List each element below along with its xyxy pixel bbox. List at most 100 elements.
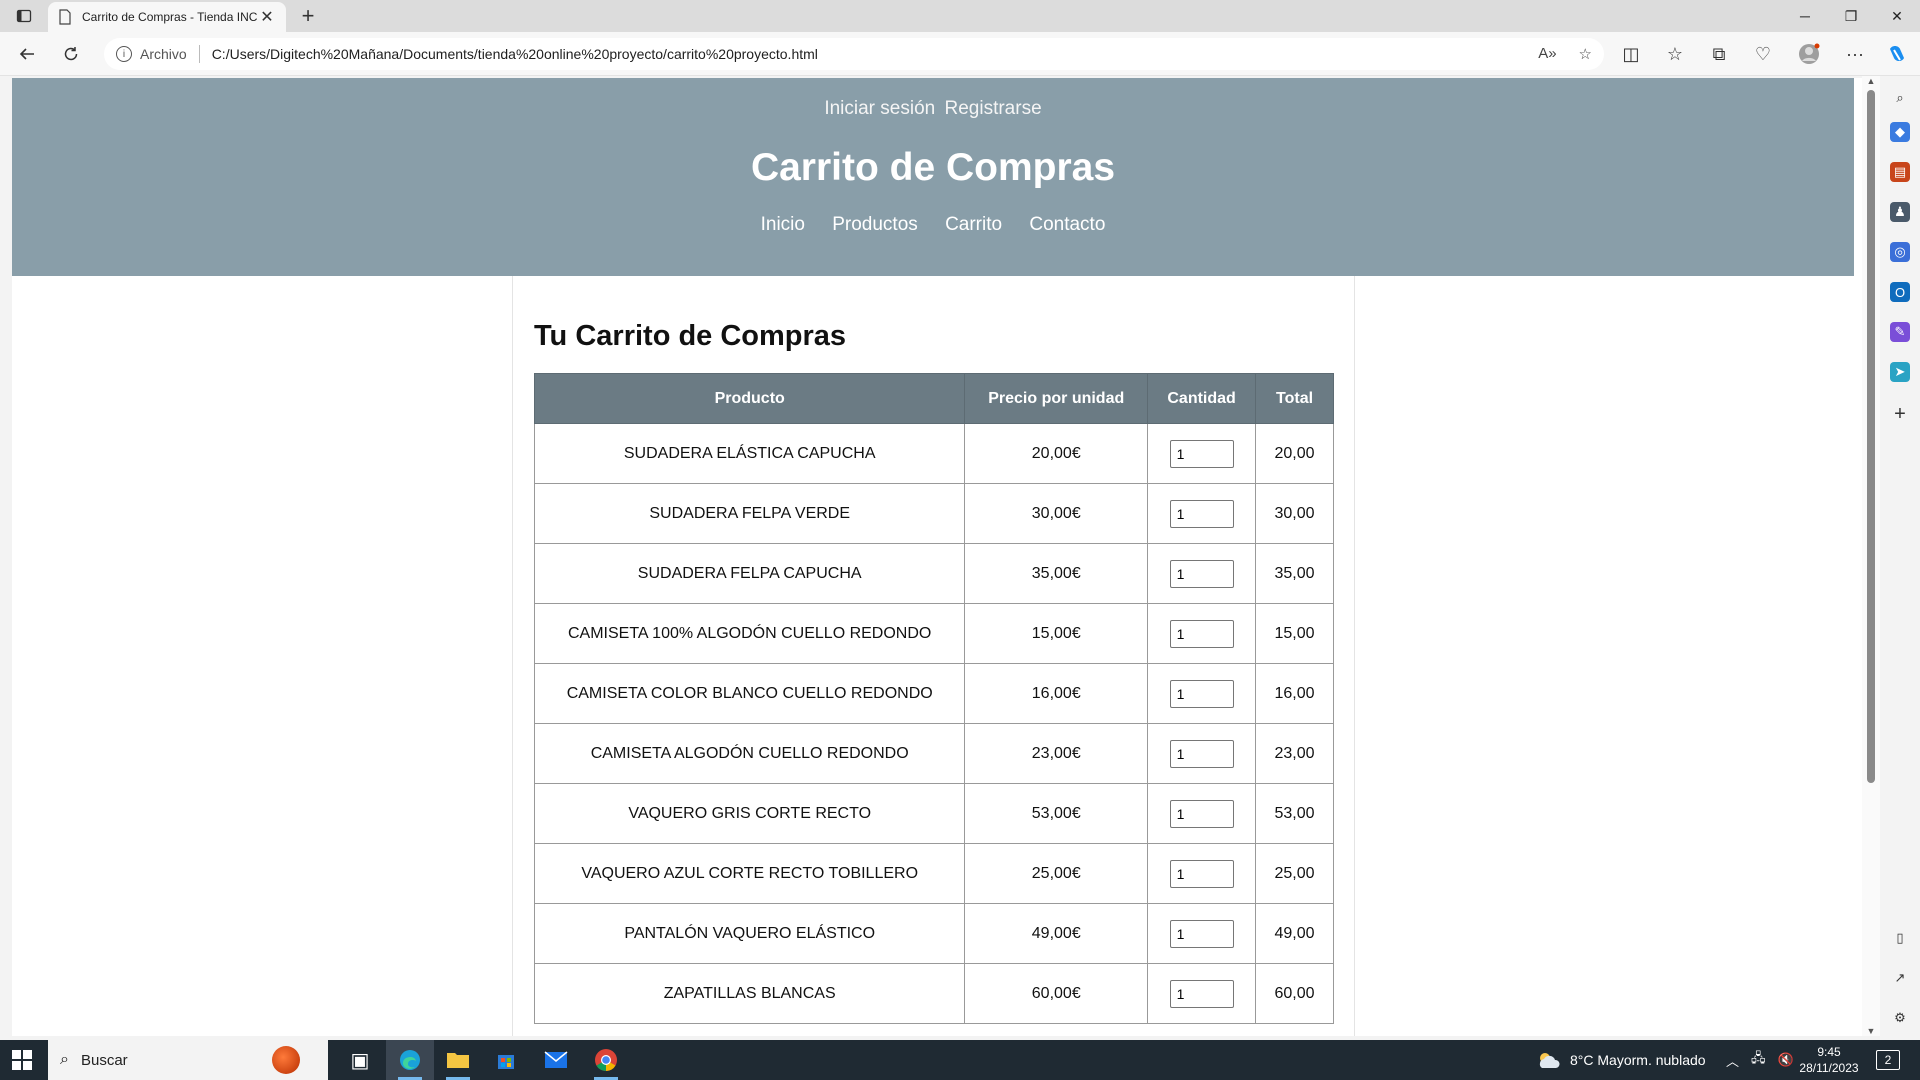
sidebar-shopping-icon[interactable]: ◆ [1890,122,1910,142]
copilot-icon[interactable] [1882,40,1912,68]
product-name-cell: CAMISETA COLOR BLANCO CUELLO REDONDO [533,663,966,724]
notification-icon[interactable]: 2 [1876,1050,1900,1070]
quantity-input[interactable] [1169,799,1234,828]
quantity-input[interactable] [1169,619,1234,648]
scroll-up-icon[interactable]: ▲ [1866,76,1876,86]
sidebar-external-icon[interactable]: ↗ [1890,968,1910,988]
cart-panel: Tu Carrito de Compras Producto Precio po… [512,276,1355,1036]
url-text[interactable]: C:/Users/Digitech%20Mañana/Documents/tie… [212,46,818,62]
quantity-cell [1147,963,1257,1024]
nav-productos[interactable]: Productos [832,214,918,235]
favorite-star-icon[interactable]: ☆ [1579,45,1592,63]
address-scheme: Archivo [140,46,187,62]
back-button[interactable] [12,40,42,68]
nav-contacto[interactable]: Contacto [1029,214,1105,235]
scroll-down-icon[interactable]: ▼ [1866,1026,1876,1036]
tab-close-icon[interactable]: ✕ [258,7,276,27]
split-screen-icon[interactable]: ◫ [1616,40,1646,68]
row-total-cell: 60,00 [1255,963,1334,1024]
nav-inicio[interactable]: Inicio [761,214,805,235]
mail-icon[interactable] [532,1040,580,1080]
table-row: ZAPATILLAS BLANCAS60,00€ 60,00 [533,963,1334,1024]
file-explorer-icon[interactable] [434,1040,482,1080]
start-button[interactable] [12,1050,32,1070]
quantity-input[interactable] [1169,439,1234,468]
address-bar[interactable]: i Archivo C:/Users/Digitech%20Mañana/Doc… [104,38,1604,70]
sidebar-search-icon[interactable]: ⌕ [1890,88,1910,108]
sidebar-tools-icon[interactable]: ▤ [1890,162,1910,182]
store-icon[interactable] [482,1040,530,1080]
table-row: SUDADERA ELÁSTICA CAPUCHA20,00€ 20,00 [533,423,1334,484]
quantity-input[interactable] [1169,859,1234,888]
restore-button[interactable]: ❐ [1828,0,1874,32]
info-icon[interactable]: i [116,46,132,62]
unit-price-cell: 20,00€ [964,423,1149,484]
site-header: Iniciar sesión Registrarse Carrito de Co… [12,78,1854,276]
favorites-icon[interactable]: ☆ [1660,40,1690,68]
weather-widget[interactable]: 8°C Mayorm. nublado [1536,1040,1706,1080]
envelope-icon [544,1051,568,1068]
active-tab[interactable]: Carrito de Compras - Tienda INC ✕ [48,2,286,32]
scrollbar-thumb[interactable] [1867,90,1875,783]
sidebar-drop-icon[interactable]: ➤ [1890,362,1910,382]
task-view-icon[interactable]: ▣ [336,1040,384,1080]
login-link[interactable]: Iniciar sesión [824,98,935,119]
sidebar-designer-icon[interactable]: ✎ [1890,322,1910,342]
row-total-cell: 35,00 [1255,543,1334,604]
clock-time: 9:45 [1817,1045,1841,1059]
unit-price-cell: 23,00€ [964,723,1149,784]
taskbar-clock[interactable]: 9:45 28/11/2023 [1794,1044,1864,1076]
quantity-cell [1147,783,1257,844]
tray-chevron-icon[interactable]: ︿ [1726,1051,1739,1070]
new-tab-button[interactable]: + [294,3,322,28]
product-name-cell: CAMISETA ALGODÓN CUELLO REDONDO [533,723,966,784]
nav-carrito[interactable]: Carrito [945,214,1002,235]
table-row: CAMISETA COLOR BLANCO CUELLO REDONDO 16,0… [533,663,1334,724]
chrome-icon[interactable] [582,1040,630,1080]
cart-table: Producto Precio por unidad Cantidad Tota… [533,373,1334,1024]
table-row: VAQUERO GRIS CORTE RECTO53,00€ 53,00 [533,783,1334,844]
sidebar-add-icon[interactable]: + [1890,403,1910,425]
reload-button[interactable] [56,40,86,68]
cart-heading: Tu Carrito de Compras [534,320,847,352]
site-title: Carrito de Compras [750,146,1116,189]
sidebar-panel-icon[interactable]: ▯ [1890,928,1910,948]
unit-price-cell: 30,00€ [964,483,1149,544]
avatar-icon [1799,43,1820,64]
tab-strip: Carrito de Compras - Tienda INC ✕ + ─ ❐ … [0,0,1920,32]
sidebar-games-icon[interactable]: ♟ [1890,202,1910,222]
search-highlight-icon[interactable] [272,1046,300,1074]
column-header-total: Total [1255,373,1334,424]
quantity-input[interactable] [1169,559,1234,588]
read-aloud-icon[interactable]: A» [1538,45,1556,63]
volume-icon[interactable]: 🔇 [1778,1052,1794,1068]
unit-price-cell: 49,00€ [964,903,1149,964]
close-window-button[interactable]: ✕ [1874,0,1920,32]
quantity-input[interactable] [1169,979,1234,1008]
table-row: CAMISETA 100% ALGODÓN CUELLO REDONDO 15,0… [533,603,1334,664]
collections-icon[interactable]: ⧉ [1704,40,1734,68]
quantity-input[interactable] [1169,499,1234,528]
minimize-button[interactable]: ─ [1782,0,1828,32]
extensions-icon[interactable]: ♡ [1748,40,1778,68]
quantity-input[interactable] [1169,919,1234,948]
quantity-input[interactable] [1169,739,1234,768]
tab-actions-button[interactable] [10,4,38,28]
more-menu-icon[interactable]: ··· [1840,40,1870,68]
product-name-cell: PANTALÓN VAQUERO ELÁSTICO [533,903,966,964]
sidebar-outlook-icon[interactable]: O [1890,282,1910,302]
profile-avatar[interactable] [1794,40,1824,68]
edge-logo-icon [400,1050,420,1070]
edge-taskbar-icon[interactable] [386,1040,434,1080]
clock-date: 28/11/2023 [1799,1061,1859,1075]
table-row: CAMISETA ALGODÓN CUELLO REDONDO23,00€ 23,… [533,723,1334,784]
network-icon[interactable]: 🖧 [1751,1049,1766,1071]
product-name-cell: SUDADERA FELPA VERDE [533,483,966,544]
sidebar-settings-icon[interactable]: ⚙ [1890,1008,1910,1028]
sidebar-office-icon[interactable]: ◎ [1890,242,1910,262]
browser-toolbar: i Archivo C:/Users/Digitech%20Mañana/Doc… [0,32,1920,76]
quantity-input[interactable] [1169,679,1234,708]
register-link[interactable]: Registrarse [945,98,1042,119]
row-total-cell: 16,00 [1255,663,1334,724]
page-scrollbar[interactable]: ▲ ▼ [1862,76,1880,1036]
